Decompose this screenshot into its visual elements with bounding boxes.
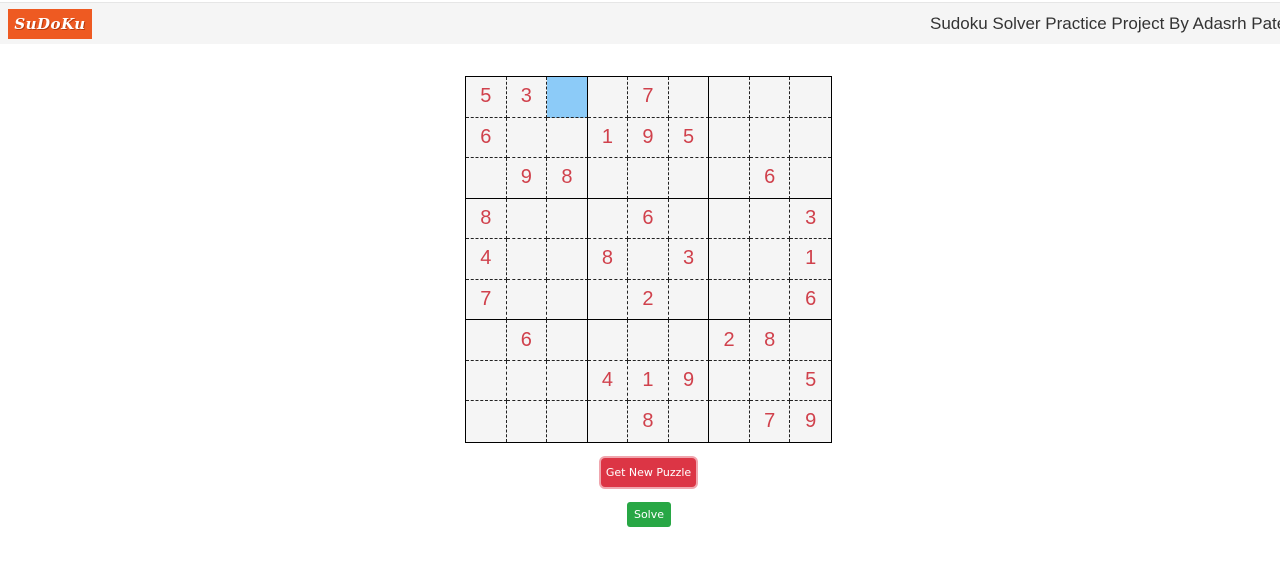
sudoku-cell-r1-c5[interactable]: 7 (628, 77, 669, 118)
sudoku-cell-r4-c9[interactable]: 3 (790, 198, 831, 240)
sudoku-cell-r4-c8[interactable] (749, 198, 791, 240)
sudoku-cell-r7-c5[interactable] (628, 320, 669, 361)
sudoku-cell-r9-c9[interactable]: 9 (790, 401, 831, 442)
sudoku-cell-r4-c4[interactable] (587, 198, 629, 240)
sudoku-cell-r9-c2[interactable] (506, 401, 548, 442)
sudoku-cell-r5-c4[interactable]: 8 (587, 239, 629, 280)
sudoku-cell-r4-c3[interactable] (547, 198, 588, 240)
sudoku-logo[interactable]: SuDoKu (8, 9, 92, 39)
sudoku-cell-r5-c3[interactable] (547, 239, 588, 280)
sudoku-cell-r7-c8[interactable]: 8 (749, 320, 791, 361)
sudoku-cell-r1-c1[interactable]: 5 (466, 77, 507, 118)
sudoku-cell-r4-c6[interactable] (668, 198, 710, 240)
sudoku-cell-r5-c6[interactable]: 3 (668, 239, 710, 280)
sudoku-cell-r2-c4[interactable]: 1 (587, 117, 629, 159)
sudoku-cell-r4-c5[interactable]: 6 (628, 198, 669, 240)
sudoku-cell-r4-c2[interactable] (506, 198, 548, 240)
sudoku-cell-r9-c5[interactable]: 8 (628, 401, 669, 442)
sudoku-cell-r7-c9[interactable] (790, 320, 831, 361)
sudoku-cell-r3-c8[interactable]: 6 (749, 158, 791, 199)
sudoku-cell-r7-c3[interactable] (547, 320, 588, 361)
sudoku-cell-r8-c4[interactable]: 4 (587, 360, 629, 402)
sudoku-cell-r7-c6[interactable] (668, 320, 710, 361)
sudoku-cell-r6-c4[interactable] (587, 279, 629, 321)
sudoku-cell-r5-c2[interactable] (506, 239, 548, 280)
sudoku-cell-r2-c9[interactable] (790, 117, 831, 159)
sudoku-cell-r2-c6[interactable]: 5 (668, 117, 710, 159)
header-bar: SuDoKu Sudoku Solver Practice Project By… (0, 2, 1280, 44)
sudoku-cell-r3-c2[interactable]: 9 (506, 158, 548, 199)
sudoku-cell-r6-c6[interactable] (668, 279, 710, 321)
get-new-puzzle-button[interactable]: Get New Puzzle (601, 458, 696, 487)
sudoku-cell-r3-c4[interactable] (587, 158, 629, 199)
sudoku-cell-r7-c7[interactable]: 2 (709, 320, 750, 361)
sudoku-cell-r9-c3[interactable] (547, 401, 588, 442)
sudoku-cell-r9-c4[interactable] (587, 401, 629, 442)
sudoku-cell-r6-c2[interactable] (506, 279, 548, 321)
sudoku-cell-r8-c3[interactable] (547, 360, 588, 402)
sudoku-cell-r5-c1[interactable]: 4 (466, 239, 507, 280)
sudoku-cell-r6-c3[interactable] (547, 279, 588, 321)
sudoku-cell-r3-c6[interactable] (668, 158, 710, 199)
sudoku-cell-r5-c9[interactable]: 1 (790, 239, 831, 280)
sudoku-cell-r1-c8[interactable] (749, 77, 791, 118)
sudoku-cell-r5-c7[interactable] (709, 239, 750, 280)
sudoku-cell-r8-c5[interactable]: 1 (628, 360, 669, 402)
sudoku-cell-r9-c7[interactable] (709, 401, 750, 442)
sudoku-cell-r7-c4[interactable] (587, 320, 629, 361)
sudoku-cell-r7-c1[interactable] (466, 320, 507, 361)
sudoku-cell-r2-c8[interactable] (749, 117, 791, 159)
sudoku-cell-r1-c2[interactable]: 3 (506, 77, 548, 118)
sudoku-cell-r9-c6[interactable] (668, 401, 710, 442)
sudoku-cell-r6-c8[interactable] (749, 279, 791, 321)
solve-button[interactable]: Solve (627, 502, 671, 527)
sudoku-cell-r1-c6[interactable] (668, 77, 710, 118)
sudoku-cell-r1-c4[interactable] (587, 77, 629, 118)
sudoku-cell-r7-c2[interactable]: 6 (506, 320, 548, 361)
sudoku-cell-r9-c8[interactable]: 7 (749, 401, 791, 442)
sudoku-cell-r9-c1[interactable] (466, 401, 507, 442)
sudoku-cell-r5-c8[interactable] (749, 239, 791, 280)
sudoku-cell-r4-c1[interactable]: 8 (466, 198, 507, 240)
sudoku-cell-r8-c6[interactable]: 9 (668, 360, 710, 402)
sudoku-cell-r1-c3[interactable] (547, 77, 588, 118)
sudoku-cell-r8-c8[interactable] (749, 360, 791, 402)
sudoku-cell-r6-c9[interactable]: 6 (790, 279, 831, 321)
sudoku-cell-r3-c5[interactable] (628, 158, 669, 199)
page-title: Sudoku Solver Practice Project By Adasrh… (930, 14, 1280, 33)
sudoku-cell-r3-c3[interactable]: 8 (547, 158, 588, 199)
sudoku-cell-r8-c9[interactable]: 5 (790, 360, 831, 402)
sudoku-cell-r3-c1[interactable] (466, 158, 507, 199)
sudoku-cell-r2-c1[interactable]: 6 (466, 117, 507, 159)
sudoku-cell-r8-c1[interactable] (466, 360, 507, 402)
sudoku-cell-r8-c7[interactable] (709, 360, 750, 402)
sudoku-cell-r2-c7[interactable] (709, 117, 750, 159)
sudoku-cell-r2-c5[interactable]: 9 (628, 117, 669, 159)
sudoku-cell-r3-c9[interactable] (790, 158, 831, 199)
sudoku-cell-r2-c3[interactable] (547, 117, 588, 159)
sudoku-cell-r4-c7[interactable] (709, 198, 750, 240)
sudoku-board: 537619598686348317266284195879 (465, 76, 832, 443)
sudoku-cell-r2-c2[interactable] (506, 117, 548, 159)
sudoku-cell-r8-c2[interactable] (506, 360, 548, 402)
sudoku-cell-r6-c1[interactable]: 7 (466, 279, 507, 321)
sudoku-cell-r3-c7[interactable] (709, 158, 750, 199)
sudoku-cell-r1-c7[interactable] (709, 77, 750, 118)
sudoku-cell-r6-c7[interactable] (709, 279, 750, 321)
sudoku-cell-r1-c9[interactable] (790, 77, 831, 118)
sudoku-cell-r6-c5[interactable]: 2 (628, 279, 669, 321)
sudoku-cell-r5-c5[interactable] (628, 239, 669, 280)
